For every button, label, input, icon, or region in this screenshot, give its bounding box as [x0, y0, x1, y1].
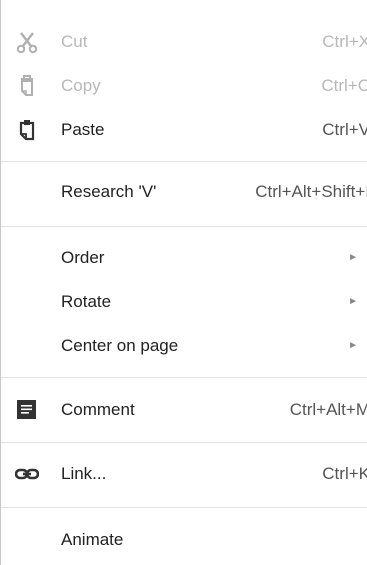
menu-item-label: Rotate [61, 292, 112, 311]
menu-item-label: Comment [61, 400, 135, 419]
submenu-arrow-icon: ► [348, 252, 358, 263]
menu-item-rotate[interactable]: Rotate ► [1, 280, 367, 324]
menu-item-shortcut: Ctrl+C [321, 76, 367, 95]
menu-separator [1, 161, 367, 162]
menu-item-label: Research 'V' [61, 182, 157, 201]
menu-item-shortcut: Ctrl+K [322, 464, 367, 483]
menu-item-shortcut: Ctrl+V [322, 120, 367, 139]
menu-separator [1, 226, 367, 227]
menu-item-order[interactable]: Order ► [1, 236, 367, 280]
menu-separator [1, 442, 367, 443]
menu-separator [1, 377, 367, 378]
menu-item-label: Cut [61, 32, 88, 51]
clipboard-icon [15, 118, 39, 142]
menu-item-label: Paste [61, 120, 105, 139]
menu-item-label: Copy [61, 76, 101, 95]
menu-separator [1, 507, 367, 508]
menu-item-research[interactable]: Research 'V' Ctrl+Alt+Shift+I [1, 170, 367, 214]
context-menu: Cut Ctrl+X Copy Ctrl+C Paste Ctrl+V Rese [0, 0, 367, 565]
menu-item-label: Link... [61, 464, 107, 483]
menu-item-label: Animate [61, 530, 124, 549]
scissors-icon [15, 30, 39, 54]
menu-item-shortcut: Ctrl+Alt+Shift+I [255, 182, 367, 201]
menu-item-label: Center on page [61, 336, 179, 355]
copy-icon [15, 74, 39, 98]
menu-item-shortcut: Ctrl+X [322, 32, 367, 51]
submenu-arrow-icon: ► [348, 340, 358, 351]
menu-item-shortcut: Ctrl+Alt+M [289, 400, 367, 419]
menu-item-cut[interactable]: Cut Ctrl+X [1, 20, 367, 64]
comment-icon [15, 398, 39, 422]
menu-item-copy[interactable]: Copy Ctrl+C [1, 64, 367, 108]
menu-item-center-on-page[interactable]: Center on page ► [1, 324, 367, 368]
menu-item-link[interactable]: Link... Ctrl+K [1, 452, 367, 496]
menu-item-paste[interactable]: Paste Ctrl+V [1, 108, 367, 152]
menu-item-label: Order [61, 248, 105, 267]
menu-item-animate[interactable]: Animate [1, 518, 367, 562]
submenu-arrow-icon: ► [348, 296, 358, 307]
menu-item-comment[interactable]: Comment Ctrl+Alt+M [1, 388, 367, 432]
link-icon [14, 462, 40, 486]
